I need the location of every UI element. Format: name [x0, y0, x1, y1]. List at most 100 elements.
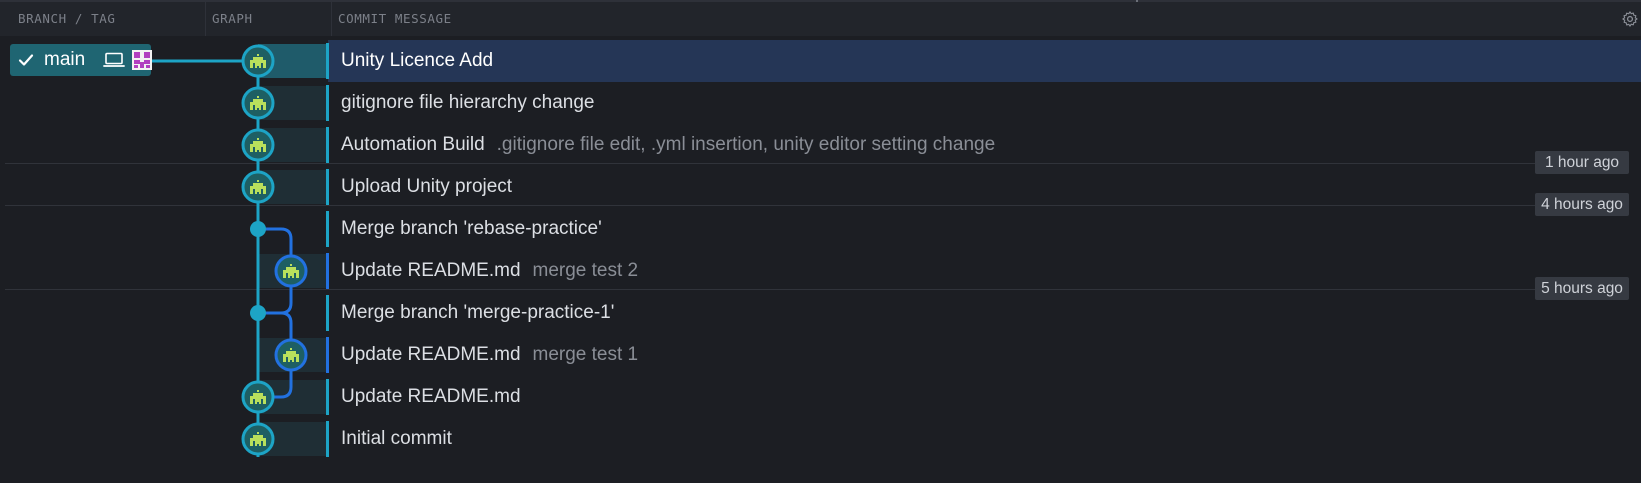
avatar-pixel	[263, 63, 266, 68]
avatar-pixel	[253, 57, 263, 60]
avatar-pixel	[255, 189, 261, 192]
commit-summary: Initial commit	[341, 428, 452, 449]
avatar-pixel	[253, 144, 255, 146]
commit-message: Unity Licence Add	[341, 40, 493, 82]
merge-commit-dot	[250, 221, 266, 237]
column-commit-message[interactable]: COMMIT MESSAGE	[332, 2, 1332, 36]
commit-message: Upload Unity project	[341, 166, 512, 208]
avatar-pixel	[253, 141, 263, 144]
commit-summary: Automation Build	[341, 134, 485, 155]
avatar-pixel	[290, 264, 292, 266]
avatar-pixel	[283, 273, 286, 278]
avatar-pixel	[261, 60, 263, 62]
avatar-pixel	[255, 192, 257, 194]
avatar-pixel	[250, 105, 253, 110]
time-group-label: 1 hour ago	[1535, 151, 1629, 174]
avatar-pixel	[292, 276, 294, 278]
merge-commit-dot	[250, 305, 266, 321]
avatar-pixel	[250, 63, 253, 68]
avatar-pixel	[296, 273, 299, 278]
avatar-pixel	[250, 189, 253, 194]
avatar-pixel	[259, 150, 261, 152]
avatar-pixel	[259, 444, 261, 446]
avatar-pixel	[257, 96, 259, 98]
avatar-pixel	[259, 66, 261, 68]
avatar-pixel	[257, 138, 259, 140]
avatar-pixel	[259, 192, 261, 194]
commit-message: Merge branch 'merge-practice-1'	[341, 292, 614, 334]
avatar-pixel	[294, 354, 296, 356]
avatar-pixel	[261, 144, 263, 146]
avatar-pixel	[288, 360, 290, 362]
avatar-pixel	[288, 357, 294, 360]
avatar-pixel	[261, 186, 263, 188]
avatar-pixel	[263, 189, 266, 194]
branch-name: main	[44, 49, 86, 70]
avatar-pixel	[255, 147, 261, 150]
avatar-pixel	[255, 441, 261, 444]
avatar-pixel	[255, 444, 257, 446]
commit-message: Update README.md merge test 2	[341, 250, 638, 292]
avatar-pixel	[259, 402, 261, 404]
avatar-pixel	[255, 108, 257, 110]
avatar-pixel	[250, 147, 253, 152]
avatar-pixel	[250, 60, 266, 63]
avatar-pixel	[250, 102, 266, 105]
commit-summary: Update README.md	[341, 260, 521, 281]
avatar-pixel	[253, 435, 263, 438]
avatar-pixel	[257, 180, 259, 182]
avatar-pixel	[294, 270, 296, 272]
commit-message: Update README.md	[341, 376, 521, 418]
avatar-pixel	[253, 393, 263, 396]
commit-summary: Unity Licence Add	[341, 50, 494, 71]
commit-message: Update README.md merge test 1	[341, 334, 638, 376]
avatar-pixel	[263, 399, 266, 404]
avatar-pixel	[253, 102, 255, 104]
avatar-pixel	[253, 186, 255, 188]
avatar-pixel	[263, 441, 266, 446]
laptop-icon	[103, 52, 125, 67]
time-group-label: 4 hours ago	[1535, 193, 1629, 216]
commit-description: merge test 1	[532, 344, 639, 365]
commit-summary: Merge branch 'rebase-practice'	[341, 218, 602, 239]
avatar-pixel	[261, 396, 263, 398]
avatar-pixel	[288, 273, 294, 276]
header-resize-marker	[1136, 0, 1138, 2]
avatar-pixel	[253, 99, 263, 102]
avatar-pixel	[257, 54, 259, 56]
commit-message: gitignore file hierarchy change	[341, 82, 595, 124]
avatar-pixel	[250, 399, 253, 404]
avatar-pixel	[290, 348, 292, 350]
avatar-pixel	[250, 186, 266, 189]
avatar-pixel	[257, 432, 259, 434]
avatar-pixel	[255, 66, 257, 68]
avatar-pixel	[259, 108, 261, 110]
avatar-pixel	[253, 438, 255, 440]
time-group-label: 5 hours ago	[1535, 277, 1629, 300]
branch-label-main[interactable]: main	[10, 44, 152, 76]
avatar-pixel	[288, 276, 290, 278]
avatar-icon	[132, 50, 152, 70]
avatar-pixel	[283, 270, 299, 273]
avatar-pixel	[283, 357, 286, 362]
avatar-pixel	[283, 354, 299, 357]
avatar-pixel	[261, 438, 263, 440]
avatar-pixel	[253, 60, 255, 62]
avatar-pixel	[250, 144, 266, 147]
commit-summary: Upload Unity project	[341, 176, 513, 197]
avatar-pixel	[263, 105, 266, 110]
commit-summary: gitignore file hierarchy change	[341, 92, 595, 113]
avatar-pixel	[286, 270, 288, 272]
avatar-pixel	[296, 357, 299, 362]
avatar-pixel	[253, 183, 263, 186]
avatar-pixel	[255, 399, 261, 402]
avatar-pixel	[255, 105, 261, 108]
avatar-pixel	[255, 402, 257, 404]
commit-summary: Update README.md	[341, 344, 521, 365]
gear-icon[interactable]	[1621, 10, 1639, 28]
avatar-pixel	[250, 396, 266, 399]
check-icon	[18, 54, 34, 66]
commit-summary: Merge branch 'merge-practice-1'	[341, 302, 615, 323]
avatar-pixel	[250, 438, 266, 441]
avatar-pixel	[263, 147, 266, 152]
